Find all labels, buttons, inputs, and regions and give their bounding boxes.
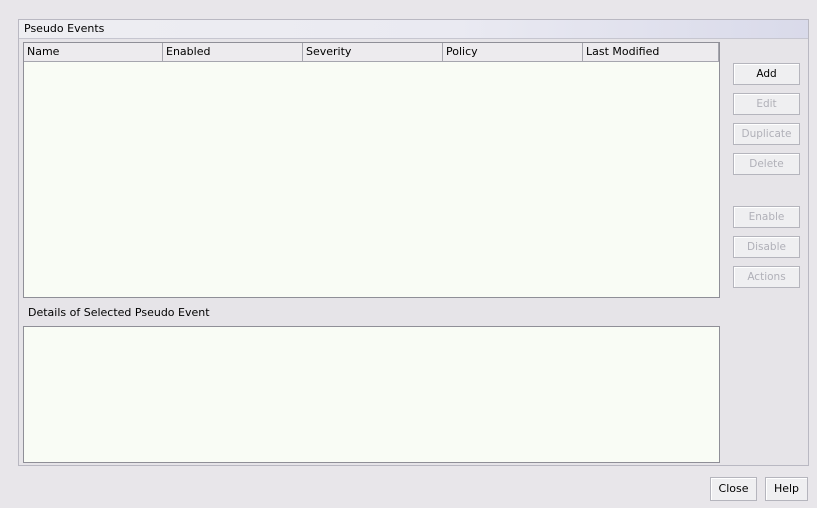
column-header-enabled[interactable]: Enabled [163, 43, 303, 61]
panel-title: Pseudo Events [24, 22, 105, 35]
actions-button[interactable]: Actions [733, 266, 800, 288]
panel-title-bar: Pseudo Events [19, 20, 808, 39]
pseudo-events-table[interactable]: Name Enabled Severity Policy Last Modifi… [23, 42, 720, 298]
column-header-last-modified[interactable]: Last Modified [583, 43, 719, 61]
close-button[interactable]: Close [710, 477, 757, 501]
details-area[interactable] [23, 326, 720, 463]
duplicate-button[interactable]: Duplicate [733, 123, 800, 145]
delete-button[interactable]: Delete [733, 153, 800, 175]
enable-button[interactable]: Enable [733, 206, 800, 228]
column-header-severity[interactable]: Severity [303, 43, 443, 61]
add-button[interactable]: Add [733, 63, 800, 85]
details-label: Details of Selected Pseudo Event [28, 306, 210, 319]
table-header: Name Enabled Severity Policy Last Modifi… [24, 43, 719, 62]
disable-button[interactable]: Disable [733, 236, 800, 258]
table-body[interactable] [24, 62, 719, 297]
pseudo-events-panel: Pseudo Events Name Enabled Severity Poli… [18, 19, 809, 466]
help-button[interactable]: Help [765, 477, 808, 501]
column-header-policy[interactable]: Policy [443, 43, 583, 61]
column-header-name[interactable]: Name [24, 43, 163, 61]
edit-button[interactable]: Edit [733, 93, 800, 115]
